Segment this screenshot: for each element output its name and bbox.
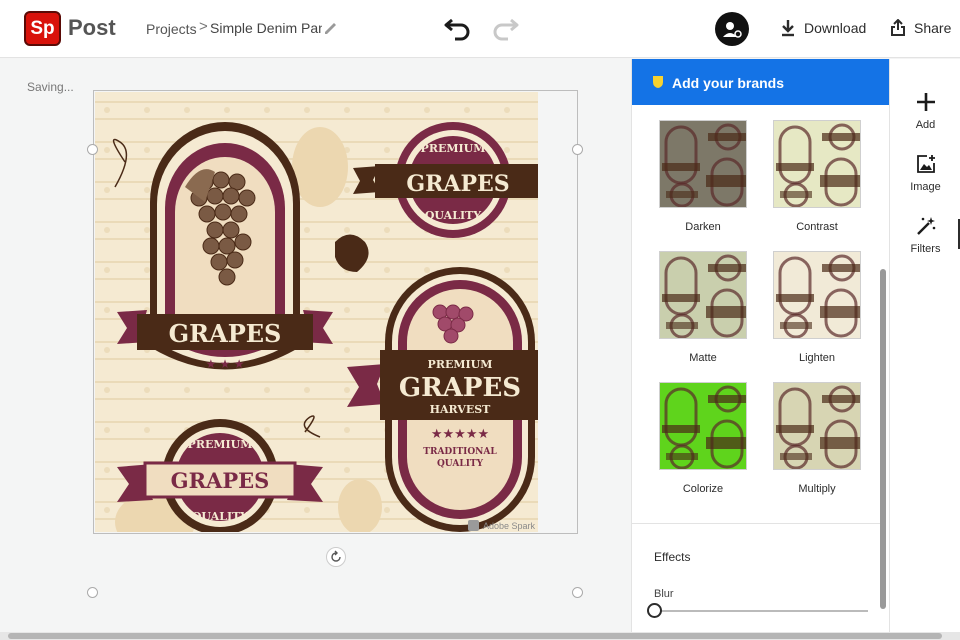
download-icon xyxy=(782,20,794,37)
rail-add-label: Add xyxy=(915,119,936,131)
blur-slider-handle[interactable] xyxy=(647,603,662,618)
resize-handle-top-right[interactable] xyxy=(572,144,583,155)
app-name: Post xyxy=(68,15,116,40)
filter-option-multiply[interactable]: Multiply xyxy=(773,382,861,495)
label-3-top-text: PREMIUM xyxy=(428,358,493,371)
filter-option-colorize[interactable]: Colorize xyxy=(659,382,747,495)
filter-label: Lighten xyxy=(798,352,836,364)
rotate-handle-icon[interactable] xyxy=(326,547,346,567)
account-avatar-icon[interactable] xyxy=(715,12,749,46)
magic-wand-icon xyxy=(916,217,935,235)
add-brands-banner[interactable]: Add your brands xyxy=(632,59,889,105)
horizontal-scrollbar-thumb[interactable] xyxy=(8,633,942,639)
label-2-main-text: GRAPES xyxy=(406,171,509,197)
brand-shield-icon xyxy=(653,76,663,88)
label-4-bottom-text: QUALITY xyxy=(192,510,248,523)
svg-text:★★★★★: ★★★★★ xyxy=(431,426,489,441)
filter-label: Contrast xyxy=(796,221,838,233)
redo-icon[interactable] xyxy=(490,14,520,42)
filter-thumbnail[interactable] xyxy=(773,251,861,339)
filter-thumbnail[interactable] xyxy=(773,120,861,208)
filter-option-darken[interactable]: Darken xyxy=(659,120,747,233)
rail-image-label: Image xyxy=(910,181,941,193)
label-4-main-text: GRAPES xyxy=(171,468,270,493)
plus-icon xyxy=(916,93,935,111)
design-image[interactable]: GRAPES ★ ★ ★ PREMIUM GRAPES QUALITY PREM… xyxy=(95,92,538,532)
resize-handle-bottom-right[interactable] xyxy=(572,587,583,598)
rail-image-button[interactable]: Image xyxy=(890,153,960,193)
label-3-sub-text: HARVEST xyxy=(430,403,492,416)
blur-label: Blur xyxy=(654,588,674,600)
label-2-top-text: PREMIUM xyxy=(421,142,486,155)
share-icon xyxy=(891,19,905,36)
spark-watermark-icon xyxy=(468,520,479,531)
effects-heading: Effects xyxy=(654,550,691,564)
label-4-top-text: PREMIUM xyxy=(188,438,253,451)
share-label: Share xyxy=(914,20,952,36)
panel-scrollbar[interactable] xyxy=(880,269,886,609)
filter-thumbnail[interactable] xyxy=(659,251,747,339)
save-status: Saving... xyxy=(27,80,74,94)
download-label: Download xyxy=(804,20,867,36)
app-logo[interactable]: Sp xyxy=(24,11,61,46)
label-3-foot-text: TRADITIONAL xyxy=(423,447,497,457)
panel-divider xyxy=(632,523,880,524)
edit-pencil-icon[interactable] xyxy=(322,19,340,37)
label-3-foot2-text: QUALITY xyxy=(437,459,484,469)
add-image-icon xyxy=(916,155,935,173)
filter-label: Darken xyxy=(685,221,721,233)
filter-thumbnail[interactable] xyxy=(659,120,747,208)
filter-option-matte[interactable]: Matte xyxy=(659,251,747,364)
filters-panel: Add your brands Darken Contrast Matte Light… xyxy=(631,59,889,632)
blur-slider-track[interactable] xyxy=(654,610,868,612)
filter-thumbnail[interactable] xyxy=(773,382,861,470)
share-button[interactable]: Share xyxy=(890,16,951,40)
undo-icon[interactable] xyxy=(443,14,473,42)
filter-thumbnail[interactable] xyxy=(659,382,747,470)
breadcrumb-separator: > xyxy=(199,18,208,35)
download-button[interactable]: Download xyxy=(780,16,866,40)
brand-banner-label: Add your brands xyxy=(672,75,785,91)
filter-label: Colorize xyxy=(682,483,724,495)
top-bar: Sp Post Projects > Simple Denim Pants Do… xyxy=(0,0,960,58)
horizontal-scrollbar[interactable] xyxy=(0,632,960,640)
filter-label: Multiply xyxy=(798,483,836,495)
svg-text:★ ★ ★: ★ ★ ★ xyxy=(206,357,245,371)
label-1-text: GRAPES xyxy=(169,319,282,348)
label-2-bottom-text: QUALITY xyxy=(425,209,481,222)
breadcrumb-document-title[interactable]: Simple Denim Pants xyxy=(210,20,322,36)
resize-handle-top-left[interactable] xyxy=(87,144,98,155)
tool-rail: Add Image Filters xyxy=(889,59,960,632)
filter-label: Matte xyxy=(689,352,717,364)
resize-handle-bottom-left[interactable] xyxy=(87,587,98,598)
watermark-text: Adobe Spark xyxy=(483,521,536,531)
breadcrumb-projects[interactable]: Projects xyxy=(146,21,197,37)
rail-filters-label: Filters xyxy=(910,243,941,255)
rail-filters-button[interactable]: Filters xyxy=(890,215,960,255)
rail-add-button[interactable]: Add xyxy=(890,91,960,131)
filter-option-lighten[interactable]: Lighten xyxy=(773,251,861,364)
filter-option-contrast[interactable]: Contrast xyxy=(773,120,861,233)
label-3-main-text: GRAPES xyxy=(399,373,521,403)
